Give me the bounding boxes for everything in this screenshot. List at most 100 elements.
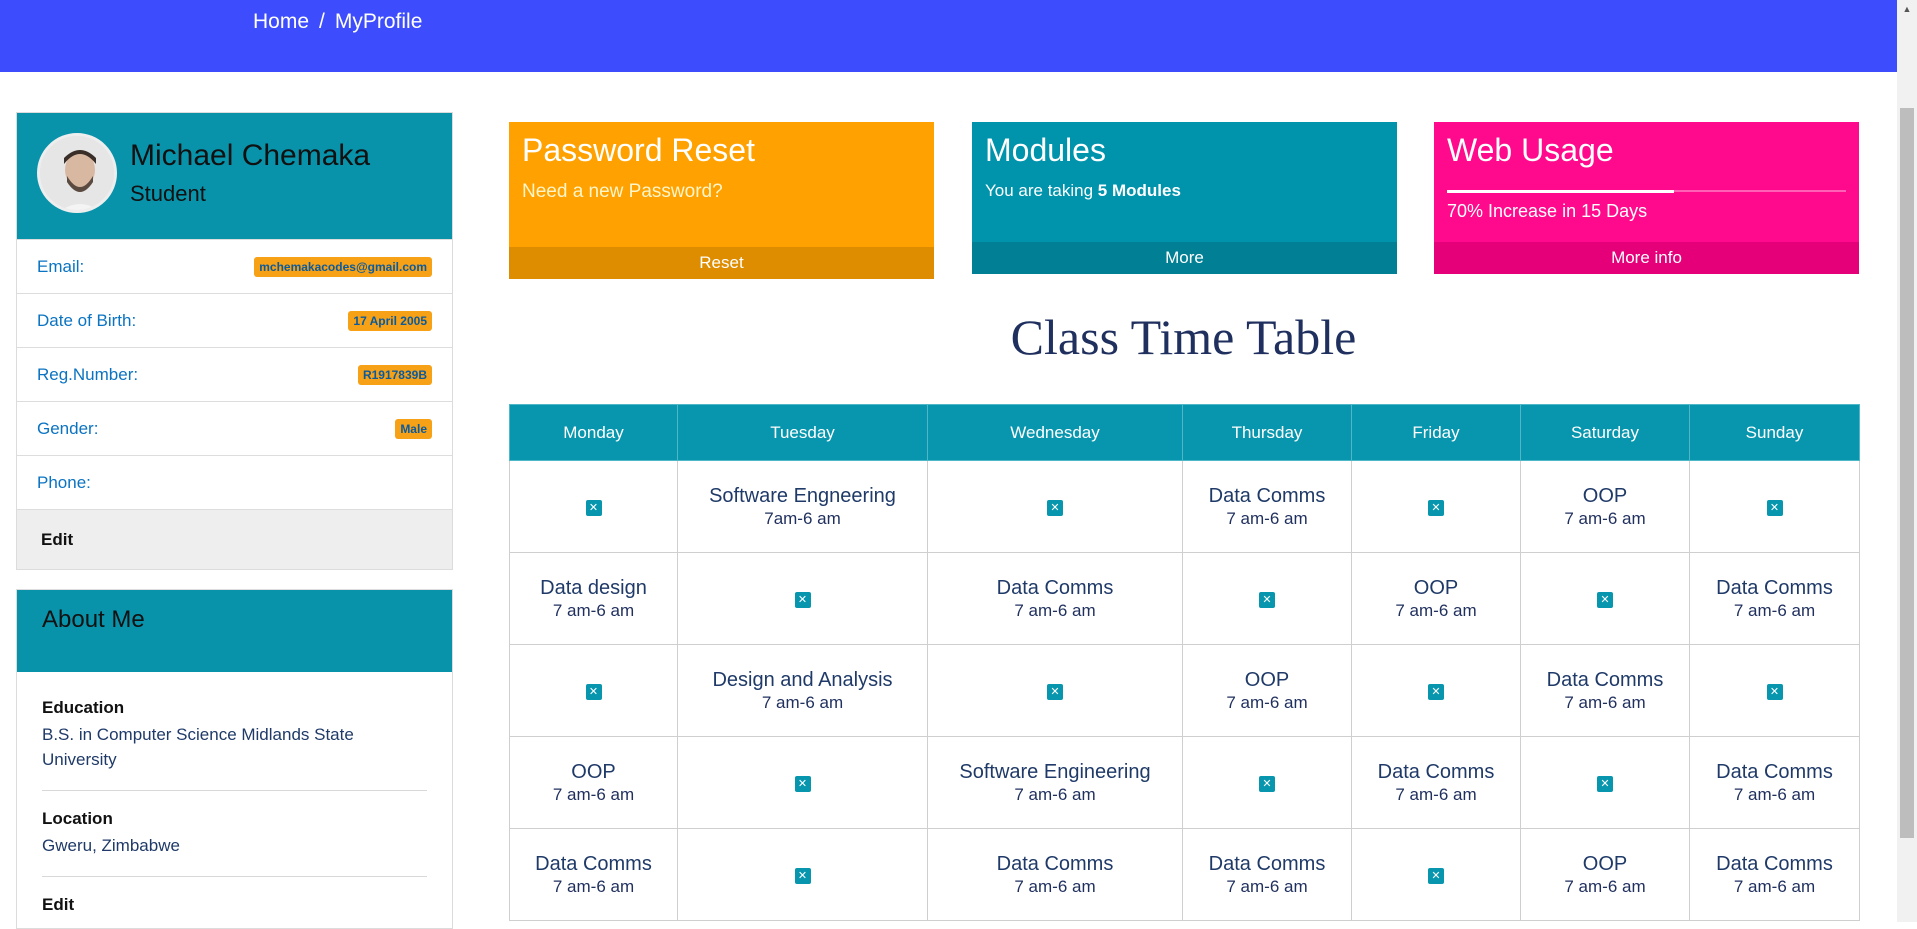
timetable-cell: ✕ bbox=[677, 736, 928, 829]
profile-name: Michael Chemaka bbox=[130, 139, 371, 172]
timetable-cell: Data Comms 7 am-6 am bbox=[1689, 828, 1860, 921]
timetable-row: Data design 7 am-6 am ✕ Data Comms 7 am-6 am… bbox=[509, 552, 1860, 645]
location-title: Location bbox=[42, 809, 113, 828]
web-usage-more-info-button[interactable]: More info bbox=[1434, 242, 1859, 274]
divider bbox=[42, 876, 427, 877]
timetable-cell: ✕ bbox=[1351, 460, 1521, 553]
class-subject: Data Comms bbox=[1716, 852, 1833, 875]
day-header-wednesday: Wednesday bbox=[927, 404, 1183, 461]
class-time: 7 am-6 am bbox=[761, 692, 844, 712]
close-icon: ✕ bbox=[1259, 775, 1275, 792]
email-row: Email: mchemakacodes@gmail.com bbox=[17, 239, 452, 293]
class-time: 7 am-6 am bbox=[1564, 692, 1646, 712]
profile-header: Michael Chemaka Student bbox=[17, 113, 452, 239]
profile-edit-button[interactable]: Edit bbox=[17, 509, 452, 569]
close-icon: ✕ bbox=[794, 775, 811, 792]
reg-number-label: Reg.Number: bbox=[37, 364, 139, 384]
timetable-cell: Data Comms 7 am-6 am bbox=[927, 552, 1183, 645]
close-icon: ✕ bbox=[1597, 591, 1613, 608]
web-usage-text: 70% Increase in 15 Days bbox=[1447, 201, 1648, 221]
timetable-row: ✕ Design and Analysis 7 am-6 am ✕ OOP 7 am-6 … bbox=[509, 644, 1860, 737]
education-title: Education bbox=[42, 698, 125, 717]
class-time: 7 am-6 am bbox=[1014, 784, 1096, 804]
class-time: 7 am-6 am bbox=[1226, 692, 1308, 712]
about-edit-button[interactable]: Edit bbox=[42, 895, 427, 915]
class-subject: Data Comms bbox=[1208, 852, 1326, 875]
gender-row: Gender: Male bbox=[17, 401, 452, 455]
password-reset-title: Password Reset bbox=[522, 132, 755, 168]
modules-text-prefix: You are taking bbox=[985, 181, 1098, 200]
education-text: B.S. in Computer Science Midlands State … bbox=[42, 725, 354, 769]
breadcrumb-home-link[interactable]: Home bbox=[253, 10, 309, 34]
timetable-cell: Data Comms 7 am-6 am bbox=[1182, 828, 1352, 921]
class-subject: OOP bbox=[1582, 852, 1628, 875]
class-subject: Data design bbox=[540, 576, 647, 599]
timetable-cell: ✕ bbox=[1182, 552, 1352, 645]
timetable-cell: Design and Analysis 7 am-6 am bbox=[677, 644, 928, 737]
class-time: 7 am-6 am bbox=[1564, 508, 1646, 528]
timetable-cell: Software Engneering 7am-6 am bbox=[677, 460, 928, 553]
email-label: Email: bbox=[37, 256, 85, 276]
reset-button[interactable]: Reset bbox=[509, 247, 934, 279]
timetable-header-row: Monday Tuesday Wednesday Thursday Friday Satu… bbox=[509, 404, 1860, 461]
timetable-cell: ✕ bbox=[1351, 828, 1521, 921]
timetable-cell: Data design 7 am-6 am bbox=[509, 552, 678, 645]
day-header-monday: Monday bbox=[509, 404, 678, 461]
class-subject: Design and Analysis bbox=[712, 668, 893, 691]
timetable-cell: Data Comms 7 am-6 am bbox=[1520, 644, 1690, 737]
web-usage-card: Web Usage 70% Increase in 15 Days More i… bbox=[1434, 122, 1859, 274]
day-header-friday: Friday bbox=[1351, 404, 1521, 461]
timetable-cell: Software Engineering 7 am-6 am bbox=[927, 736, 1183, 829]
class-timetable: Monday Tuesday Wednesday Thursday Friday Satu… bbox=[509, 404, 1860, 921]
class-time: 7 am-6 am bbox=[552, 784, 635, 804]
class-subject: Data Comms bbox=[535, 852, 652, 875]
top-navbar: Home / MyProfile bbox=[0, 0, 1897, 72]
scroll-up-arrow-icon[interactable]: ▲ bbox=[1897, 0, 1917, 18]
timetable-cell: Data Comms 7 am-6 am bbox=[1351, 736, 1521, 829]
reg-number-badge: R1917839B bbox=[357, 364, 432, 385]
class-subject: OOP bbox=[1582, 484, 1628, 507]
class-time: 7 am-6 am bbox=[1226, 508, 1308, 528]
timetable-cell: ✕ bbox=[677, 552, 928, 645]
close-icon: ✕ bbox=[1047, 499, 1063, 516]
profile-role: Student bbox=[130, 181, 206, 206]
class-time: 7 am-6 am bbox=[1226, 876, 1308, 896]
class-time: 7 am-6 am bbox=[1014, 876, 1096, 896]
page-scrollbar[interactable]: ▲ bbox=[1897, 0, 1917, 922]
phone-label: Phone: bbox=[37, 472, 91, 492]
timetable-cell: ✕ bbox=[927, 644, 1183, 737]
email-badge: mchemakacodes@gmail.com bbox=[254, 256, 432, 277]
class-subject: Software Engineering bbox=[959, 760, 1151, 783]
day-header-sunday: Sunday bbox=[1689, 404, 1860, 461]
profile-card: Michael Chemaka Student Email: mchemakac… bbox=[16, 112, 453, 570]
class-time: 7 am-6 am bbox=[552, 600, 635, 620]
modules-more-button[interactable]: More bbox=[972, 242, 1397, 274]
class-subject: OOP bbox=[1413, 576, 1459, 599]
day-header-thursday: Thursday bbox=[1182, 404, 1352, 461]
divider bbox=[42, 790, 427, 791]
close-icon: ✕ bbox=[1428, 499, 1444, 516]
close-icon: ✕ bbox=[794, 867, 811, 884]
timetable-row: OOP 7 am-6 am ✕ Software Engineering 7 am-6 … bbox=[509, 736, 1860, 829]
about-me-title: About Me bbox=[17, 590, 452, 672]
close-icon: ✕ bbox=[1259, 591, 1275, 608]
class-subject: Data Comms bbox=[1377, 760, 1495, 783]
close-icon: ✕ bbox=[1047, 683, 1063, 700]
class-time: 7am-6 am bbox=[764, 508, 841, 528]
timetable-cell: ✕ bbox=[1520, 552, 1690, 645]
close-icon: ✕ bbox=[1766, 499, 1783, 516]
class-time: 7 am-6 am bbox=[1733, 600, 1816, 620]
class-subject: Data Comms bbox=[996, 576, 1114, 599]
timetable-cell: OOP 7 am-6 am bbox=[1351, 552, 1521, 645]
day-header-tuesday: Tuesday bbox=[677, 404, 928, 461]
scrollbar-thumb[interactable] bbox=[1900, 108, 1914, 838]
modules-card: Modules You are taking 5 Modules More bbox=[972, 122, 1397, 274]
web-usage-title: Web Usage bbox=[1447, 132, 1614, 168]
password-reset-card: Password Reset Need a new Password? Rese… bbox=[509, 122, 934, 279]
dob-badge: 17 April 2005 bbox=[348, 310, 432, 331]
modules-title: Modules bbox=[985, 132, 1106, 168]
class-time: 7 am-6 am bbox=[1395, 784, 1477, 804]
timetable-cell: ✕ bbox=[1689, 644, 1860, 737]
close-icon: ✕ bbox=[1428, 867, 1444, 884]
timetable-cell: ✕ bbox=[509, 644, 678, 737]
